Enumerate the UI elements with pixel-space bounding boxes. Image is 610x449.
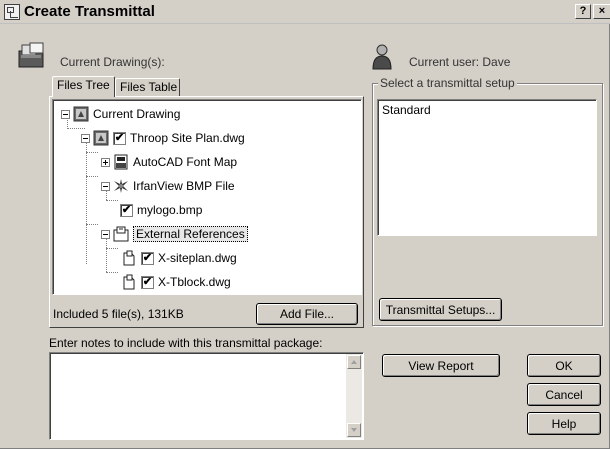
tree-item-x-siteplan[interactable]: ✔ X-siteplan.dwg bbox=[121, 249, 237, 267]
transmittal-setup-group-label: Select a transmittal setup bbox=[378, 76, 517, 90]
tree-item-external-references[interactable]: External References bbox=[101, 225, 248, 243]
notes-scrollbar[interactable] bbox=[346, 354, 362, 438]
tree-item-x-tblock[interactable]: ✔ X-Tblock.dwg bbox=[121, 273, 231, 291]
include-checkbox[interactable]: ✔ bbox=[141, 251, 154, 265]
current-user-label: Current user: Dave bbox=[409, 55, 511, 69]
files-tree-view[interactable]: Current Drawing ✔ Throop Site Plan.dwg A… bbox=[52, 99, 362, 295]
tree-item-current-drawing[interactable]: Current Drawing bbox=[61, 105, 180, 123]
tree-item-throop-site-plan[interactable]: ✔ Throop Site Plan.dwg bbox=[81, 129, 245, 147]
include-checkbox[interactable]: ✔ bbox=[120, 203, 133, 217]
setup-list-item-standard[interactable]: Standard bbox=[382, 103, 431, 117]
tab-files-table[interactable]: Files Table bbox=[115, 78, 180, 96]
xref-file-icon bbox=[123, 250, 135, 266]
tab-files-tree[interactable]: Files Tree bbox=[52, 76, 115, 97]
included-files-summary: Included 5 file(s), 131KB bbox=[53, 307, 184, 321]
create-transmittal-dialog: Create Transmittal ? × Current Drawing(s… bbox=[0, 0, 610, 449]
tree-item-label: Throop Site Plan.dwg bbox=[130, 131, 245, 145]
scroll-up-arrow-icon[interactable] bbox=[347, 355, 361, 369]
font-map-icon bbox=[114, 154, 128, 170]
notes-label: Enter notes to include with this transmi… bbox=[49, 336, 323, 350]
tree-item-label: External References bbox=[133, 226, 248, 242]
transmittal-package-icon bbox=[18, 42, 44, 68]
irfanview-icon bbox=[114, 179, 128, 193]
transmittal-setup-list[interactable]: Standard bbox=[377, 99, 597, 236]
tree-item-label: AutoCAD Font Map bbox=[133, 155, 238, 169]
tree-item-label: X-Tblock.dwg bbox=[158, 275, 231, 289]
dwg-file-icon bbox=[93, 130, 109, 146]
scroll-down-arrow-icon[interactable] bbox=[347, 423, 361, 437]
tree-item-irfanview-bmp[interactable]: IrfanView BMP File bbox=[101, 177, 235, 195]
collapse-icon[interactable] bbox=[101, 229, 110, 239]
collapse-icon[interactable] bbox=[81, 133, 90, 143]
user-icon bbox=[372, 44, 392, 70]
close-title-button[interactable]: × bbox=[593, 4, 610, 19]
collapse-icon[interactable] bbox=[101, 181, 110, 191]
add-file-button[interactable]: Add File... bbox=[256, 303, 358, 325]
transmittal-setups-button[interactable]: Transmittal Setups... bbox=[379, 298, 502, 321]
ok-button[interactable]: OK bbox=[527, 354, 601, 377]
include-checkbox[interactable]: ✔ bbox=[141, 275, 154, 289]
tree-item-label: X-siteplan.dwg bbox=[158, 251, 237, 265]
tree-item-label: Current Drawing bbox=[93, 107, 181, 121]
title-bar[interactable]: Create Transmittal ? × bbox=[0, 0, 610, 24]
view-report-button[interactable]: View Report bbox=[382, 354, 500, 377]
help-button[interactable]: Help bbox=[527, 412, 601, 435]
xref-file-icon bbox=[123, 274, 135, 290]
cancel-button[interactable]: Cancel bbox=[527, 383, 601, 406]
current-drawings-label: Current Drawing(s): bbox=[60, 55, 165, 69]
include-checkbox[interactable]: ✔ bbox=[113, 131, 126, 145]
notes-textarea[interactable] bbox=[49, 352, 364, 440]
collapse-icon[interactable] bbox=[61, 109, 70, 119]
tree-item-label: mylogo.bmp bbox=[137, 203, 203, 217]
window-title: Create Transmittal bbox=[24, 3, 155, 20]
app-icon bbox=[4, 4, 20, 20]
tree-item-label: IrfanView BMP File bbox=[133, 179, 235, 193]
drawing-set-icon bbox=[73, 106, 89, 122]
help-title-button[interactable]: ? bbox=[575, 4, 591, 19]
tree-item-autocad-font-map[interactable]: AutoCAD Font Map bbox=[101, 153, 237, 171]
expand-icon[interactable] bbox=[101, 157, 110, 167]
xref-folder-icon bbox=[113, 226, 129, 242]
tree-item-mylogo-bmp[interactable]: ✔ mylogo.bmp bbox=[120, 201, 202, 219]
